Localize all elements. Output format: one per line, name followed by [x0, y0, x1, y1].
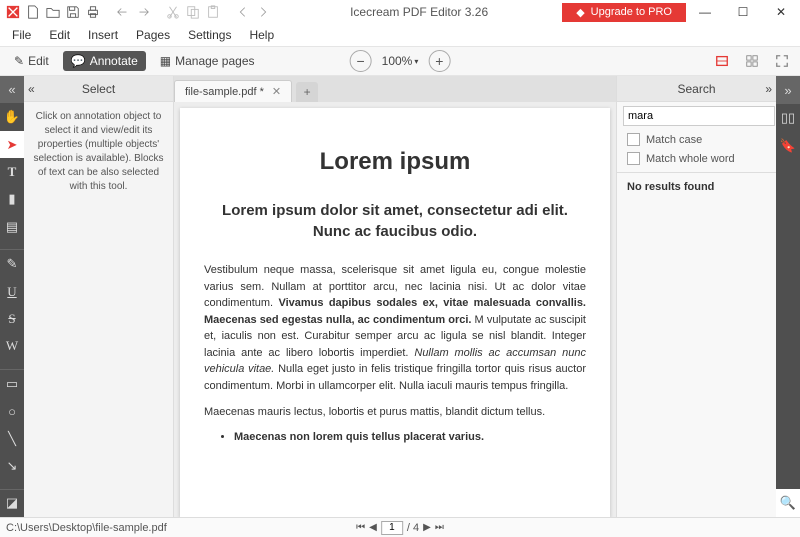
eraser-tool-icon[interactable]: ◪ [0, 490, 24, 517]
undo-icon[interactable] [114, 3, 132, 21]
app-icon [4, 3, 22, 21]
strike-tool-icon[interactable]: S [0, 305, 24, 332]
new-tab-button[interactable]: + [296, 82, 318, 102]
doc-h1: Lorem ipsum [204, 148, 586, 176]
menu-insert[interactable]: Insert [80, 26, 126, 44]
search-panel: Search » ✕ 🔍 Match case Match whole word… [616, 76, 776, 517]
next-page-button[interactable]: ▶ [423, 522, 431, 533]
document-tab[interactable]: file-sample.pdf * ✕ [174, 80, 292, 102]
redo-icon[interactable] [134, 3, 152, 21]
cut-icon[interactable] [164, 3, 182, 21]
thumbnails-icon[interactable]: ▯▯ [776, 104, 800, 132]
line-tool-icon[interactable]: ╲ [0, 425, 24, 452]
open-icon[interactable] [44, 3, 62, 21]
menu-pages[interactable]: Pages [128, 26, 178, 44]
left-panel: « Select Click on annotation object to s… [24, 76, 174, 517]
search-input[interactable] [623, 106, 775, 126]
print-icon[interactable] [84, 3, 102, 21]
draw-tool-icon[interactable]: ✎ [0, 250, 24, 277]
upgrade-button[interactable]: ◆ Upgrade to PRO [562, 3, 686, 22]
mode-manage-pages[interactable]: ▦ Manage pages [152, 51, 263, 71]
zoom-value[interactable]: 100%▾ [376, 52, 425, 70]
menu-settings[interactable]: Settings [180, 26, 239, 44]
right-toolbar: » ▯▯ 🔖 🔍 [776, 76, 800, 517]
menu-help[interactable]: Help [241, 26, 282, 44]
menu-edit[interactable]: Edit [41, 26, 78, 44]
search-tab-icon[interactable]: 🔍 [776, 489, 800, 517]
next-icon[interactable] [254, 3, 272, 21]
mode-annotate[interactable]: 💬 Annotate [63, 51, 146, 71]
underline-tool-icon[interactable]: U [0, 278, 24, 305]
mode-edit[interactable]: ✎ Edit [6, 51, 57, 71]
note-tool-icon[interactable]: ▤ [0, 213, 24, 240]
minimize-button[interactable]: — [686, 0, 724, 24]
page-total: / 4 [407, 522, 419, 534]
doc-h2: Lorem ipsum dolor sit amet, consectetur … [204, 200, 586, 242]
comment-icon: 💬 [71, 54, 86, 68]
circle-tool-icon[interactable]: ○ [0, 397, 24, 424]
close-tab-icon[interactable]: ✕ [272, 85, 281, 98]
text-tool-icon[interactable]: T [0, 158, 24, 185]
arrow-tool-icon[interactable]: ↘ [0, 452, 24, 479]
last-page-button[interactable]: ⏭ [435, 522, 444, 533]
window-title: Icecream PDF Editor 3.26 [276, 5, 562, 19]
search-results-status: No results found [617, 172, 776, 201]
pages-icon: ▦ [160, 54, 171, 68]
menu-bar: File Edit Insert Pages Settings Help [0, 24, 800, 46]
rect-tool-icon[interactable]: ▭ [0, 370, 24, 397]
pencil-icon: ✎ [14, 54, 24, 68]
layout-grid-icon[interactable] [740, 49, 764, 73]
select-tool-icon[interactable]: ➤ [0, 131, 24, 158]
highlight-tool-icon[interactable]: ▮ [0, 186, 24, 213]
close-button[interactable]: ✕ [762, 0, 800, 24]
collapse-right-icon[interactable]: » [776, 76, 800, 104]
doc-li1: Maecenas non lorem quis tellus placerat … [234, 431, 586, 443]
status-path: C:\Users\Desktop\file-sample.pdf [6, 522, 167, 534]
prev-page-button[interactable]: ◀ [369, 522, 377, 533]
prev-icon[interactable] [234, 3, 252, 21]
layout-single-icon[interactable] [710, 49, 734, 73]
menu-file[interactable]: File [4, 26, 39, 44]
doc-p1: Vestibulum neque massa, scelerisque sit … [204, 262, 586, 394]
checkbox-icon [627, 133, 640, 146]
hand-tool-icon[interactable]: ✋ [0, 103, 24, 130]
paste-icon[interactable] [204, 3, 222, 21]
diamond-icon: ◆ [576, 6, 584, 19]
search-panel-title: Search [677, 82, 715, 96]
maximize-button[interactable]: ☐ [724, 0, 762, 24]
copy-icon[interactable] [184, 3, 202, 21]
collapse-panel-icon[interactable]: « [28, 82, 35, 96]
zoom-in-button[interactable]: + [428, 50, 450, 72]
save-icon[interactable] [64, 3, 82, 21]
new-icon[interactable] [24, 3, 42, 21]
chevron-down-icon: ▾ [414, 57, 418, 66]
left-toolbar: « ✋ ➤ T ▮ ▤ ✎ U S W ▭ ○ ╲ ↘ ◪ [0, 76, 24, 517]
left-panel-title: Select [82, 82, 115, 96]
bookmark-icon[interactable]: 🔖 [776, 132, 800, 160]
first-page-button[interactable]: ⏮ [356, 522, 365, 533]
match-whole-word-checkbox[interactable]: Match whole word [617, 149, 776, 168]
collapse-search-icon[interactable]: » [765, 82, 772, 96]
page-number-input[interactable] [381, 521, 403, 535]
checkbox-icon [627, 152, 640, 165]
doc-p2: Maecenas mauris lectus, lobortis et puru… [204, 404, 586, 421]
left-panel-help: Click on annotation object to select it … [24, 102, 173, 202]
collapse-left-icon[interactable]: « [0, 76, 24, 103]
fullscreen-icon[interactable] [770, 49, 794, 73]
zoom-out-button[interactable]: − [350, 50, 372, 72]
wavy-tool-icon[interactable]: W [0, 333, 24, 360]
document-viewport[interactable]: Lorem ipsum Lorem ipsum dolor sit amet, … [174, 102, 616, 517]
match-case-checkbox[interactable]: Match case [617, 130, 776, 149]
page: Lorem ipsum Lorem ipsum dolor sit amet, … [180, 108, 610, 517]
